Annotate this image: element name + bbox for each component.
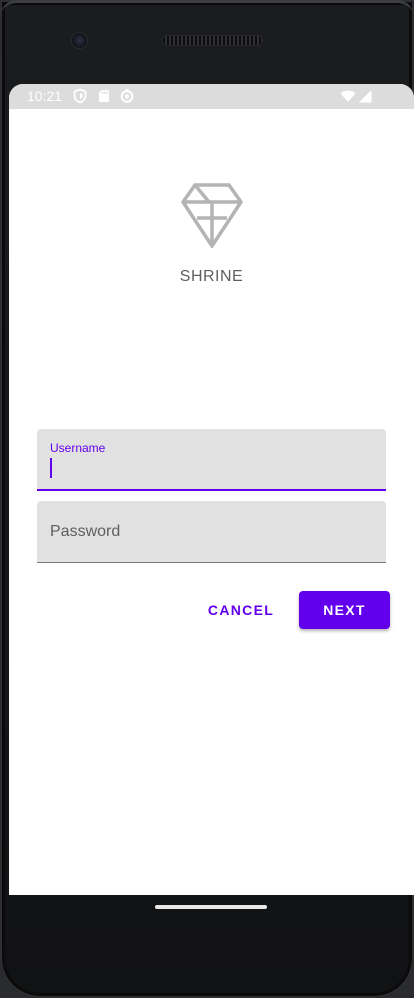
- cancel-button[interactable]: CANCEL: [199, 592, 283, 628]
- password-field[interactable]: Password: [37, 501, 386, 563]
- home-gesture-handle[interactable]: [155, 905, 267, 909]
- cellular-signal-icon: [357, 88, 372, 104]
- status-time: 10:21: [27, 88, 63, 104]
- brand-name: SHRINE: [179, 268, 244, 285]
- app-screen: 10:21 SHRINE Username Password CANCEL NE…: [9, 84, 414, 895]
- front-camera: [72, 33, 87, 48]
- shield-icon: [72, 88, 88, 104]
- sync-icon: [119, 88, 135, 104]
- earpiece-speaker: [163, 36, 262, 45]
- username-field[interactable]: Username: [37, 429, 386, 491]
- diamond-icon: [179, 182, 245, 248]
- wifi-icon: [340, 88, 356, 104]
- text-cursor: [50, 458, 52, 478]
- frame-edge: [0, 0, 414, 17]
- navigation-bar: [9, 895, 414, 925]
- sd-card-icon: [96, 88, 112, 104]
- status-bar: 10:21: [9, 84, 414, 109]
- next-button[interactable]: NEXT: [299, 591, 390, 629]
- password-placeholder: Password: [50, 523, 121, 540]
- username-label: Username: [50, 441, 106, 455]
